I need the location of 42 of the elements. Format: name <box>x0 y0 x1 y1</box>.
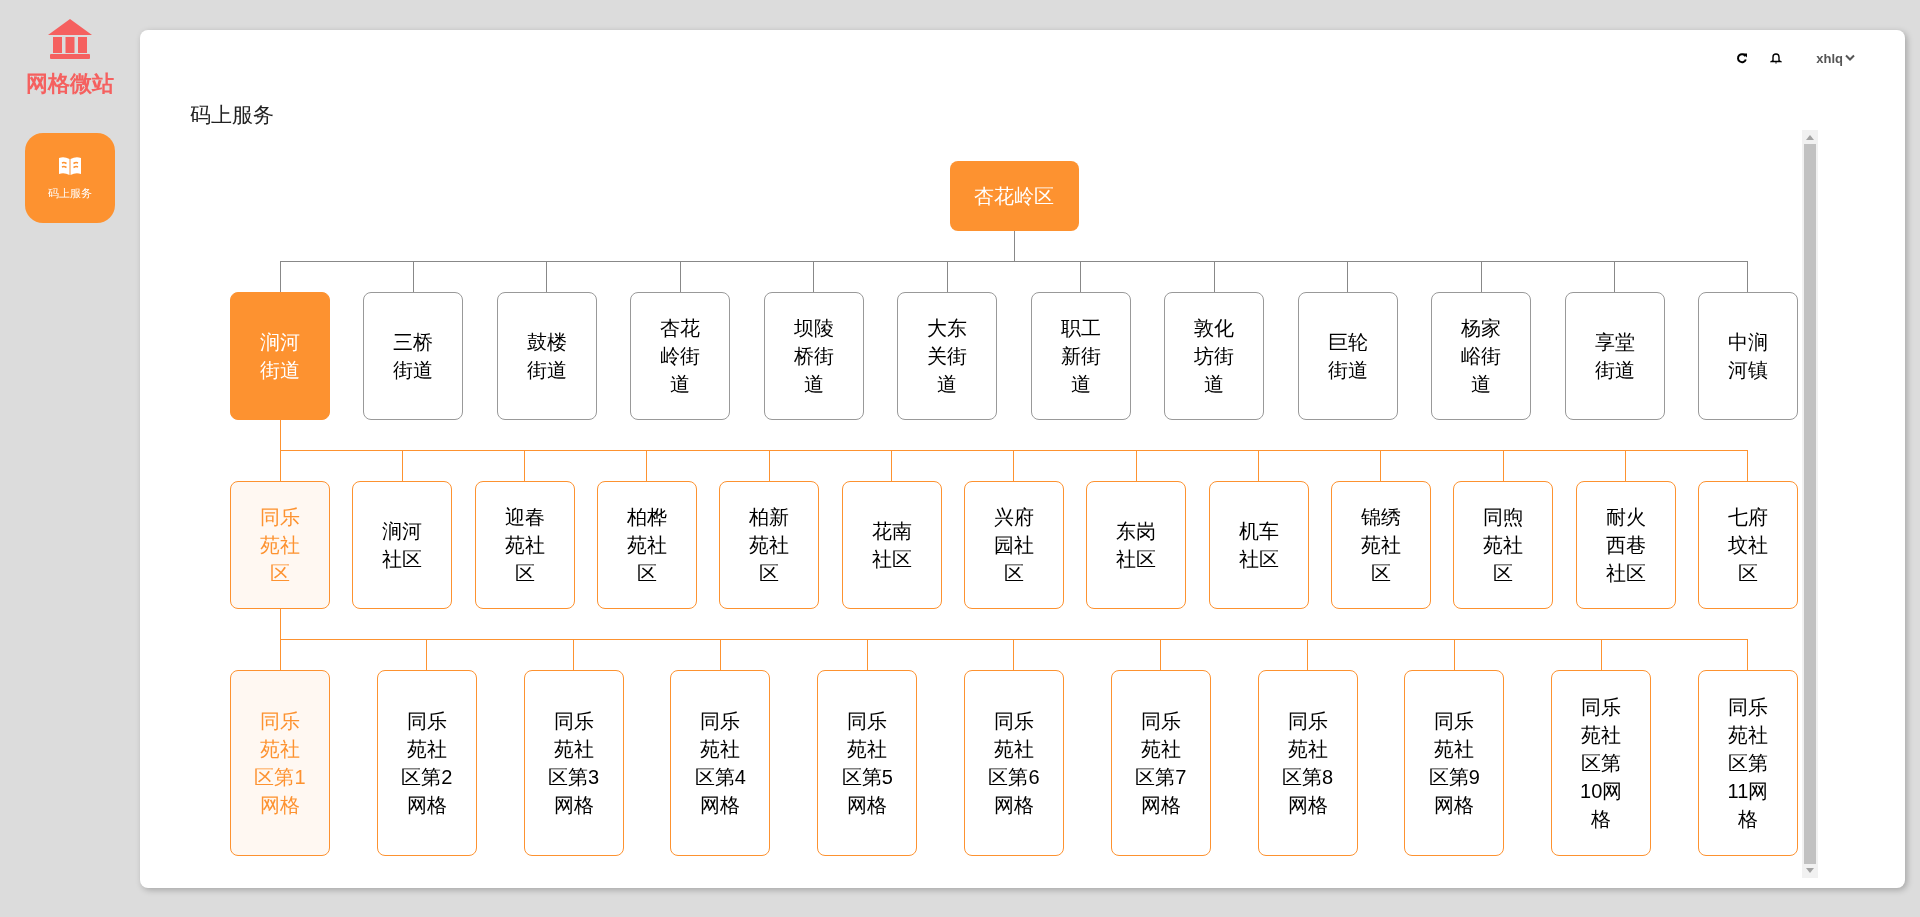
tree-node[interactable]: 同乐苑社区第6网格 <box>964 670 1064 856</box>
tree-node[interactable]: 杨家峪街道 <box>1431 292 1532 420</box>
bell-icon[interactable] <box>1770 52 1783 64</box>
scrollbar[interactable] <box>1802 130 1818 878</box>
tree-node[interactable]: 巨轮街道 <box>1297 292 1398 420</box>
tree-node[interactable]: 同乐苑社区第9网格 <box>1404 670 1505 856</box>
tree-node[interactable]: 锦绣苑社区 <box>1330 481 1431 609</box>
tree-node[interactable]: 大东关街道 <box>897 292 998 420</box>
tree-node[interactable]: 同乐苑社区第2网格 <box>376 670 477 856</box>
refresh-icon[interactable] <box>1736 52 1749 64</box>
tree-node[interactable]: 涧河社区 <box>352 481 453 609</box>
tree-node[interactable]: 同乐苑社区第5网格 <box>817 670 918 856</box>
tree-node[interactable]: 同乐苑社区第8网格 <box>1257 670 1358 856</box>
tree-node[interactable]: 柏新苑社区 <box>719 481 820 609</box>
chevron-down-icon <box>1845 54 1855 62</box>
tree-node[interactable]: 柏桦苑社区 <box>597 481 697 609</box>
tree-node[interactable]: 同乐苑社区第3网格 <box>523 670 624 856</box>
app-title: 网格微站 <box>26 70 114 98</box>
tree-node[interactable]: 迎春苑社区 <box>474 481 575 609</box>
tree-node[interactable]: 兴府园社区 <box>963 481 1064 609</box>
tree-node[interactable]: 同乐苑社区第11网格 <box>1697 670 1798 856</box>
tree-node[interactable]: 七府坟社区 <box>1697 481 1798 609</box>
tree-node[interactable]: 同煦苑社区 <box>1453 481 1554 609</box>
tree-node[interactable]: 三桥街道 <box>363 292 464 420</box>
tree-node[interactable]: 同乐苑社区第4网格 <box>670 670 771 856</box>
tree-node[interactable]: 享堂街道 <box>1564 292 1665 420</box>
tree-node[interactable]: 敦化坊街道 <box>1164 292 1265 420</box>
tree-node[interactable]: 耐火西巷社区 <box>1575 481 1676 609</box>
tree-node[interactable]: 同乐苑社区第7网格 <box>1110 670 1211 856</box>
user-menu[interactable]: xhlq <box>1816 50 1855 66</box>
tree-node[interactable]: 东岗社区 <box>1086 481 1187 609</box>
tree-node[interactable]: 同乐苑社区第10网格 <box>1551 670 1652 856</box>
bank-icon <box>46 17 94 61</box>
tree-node[interactable]: 坝陵桥街道 <box>763 292 864 420</box>
page-title: 码上服务 <box>190 102 275 128</box>
tree-node[interactable]: 职工新街道 <box>1030 292 1131 420</box>
tree-node[interactable]: 中涧河镇 <box>1698 292 1798 420</box>
tree-node[interactable]: 花南社区 <box>841 481 942 609</box>
tree-node[interactable]: 杏花岭街道 <box>630 292 731 420</box>
book-icon <box>58 155 82 176</box>
tree-node[interactable]: 鼓楼街道 <box>496 292 597 420</box>
tree-node[interactable]: 机车社区 <box>1208 481 1309 609</box>
